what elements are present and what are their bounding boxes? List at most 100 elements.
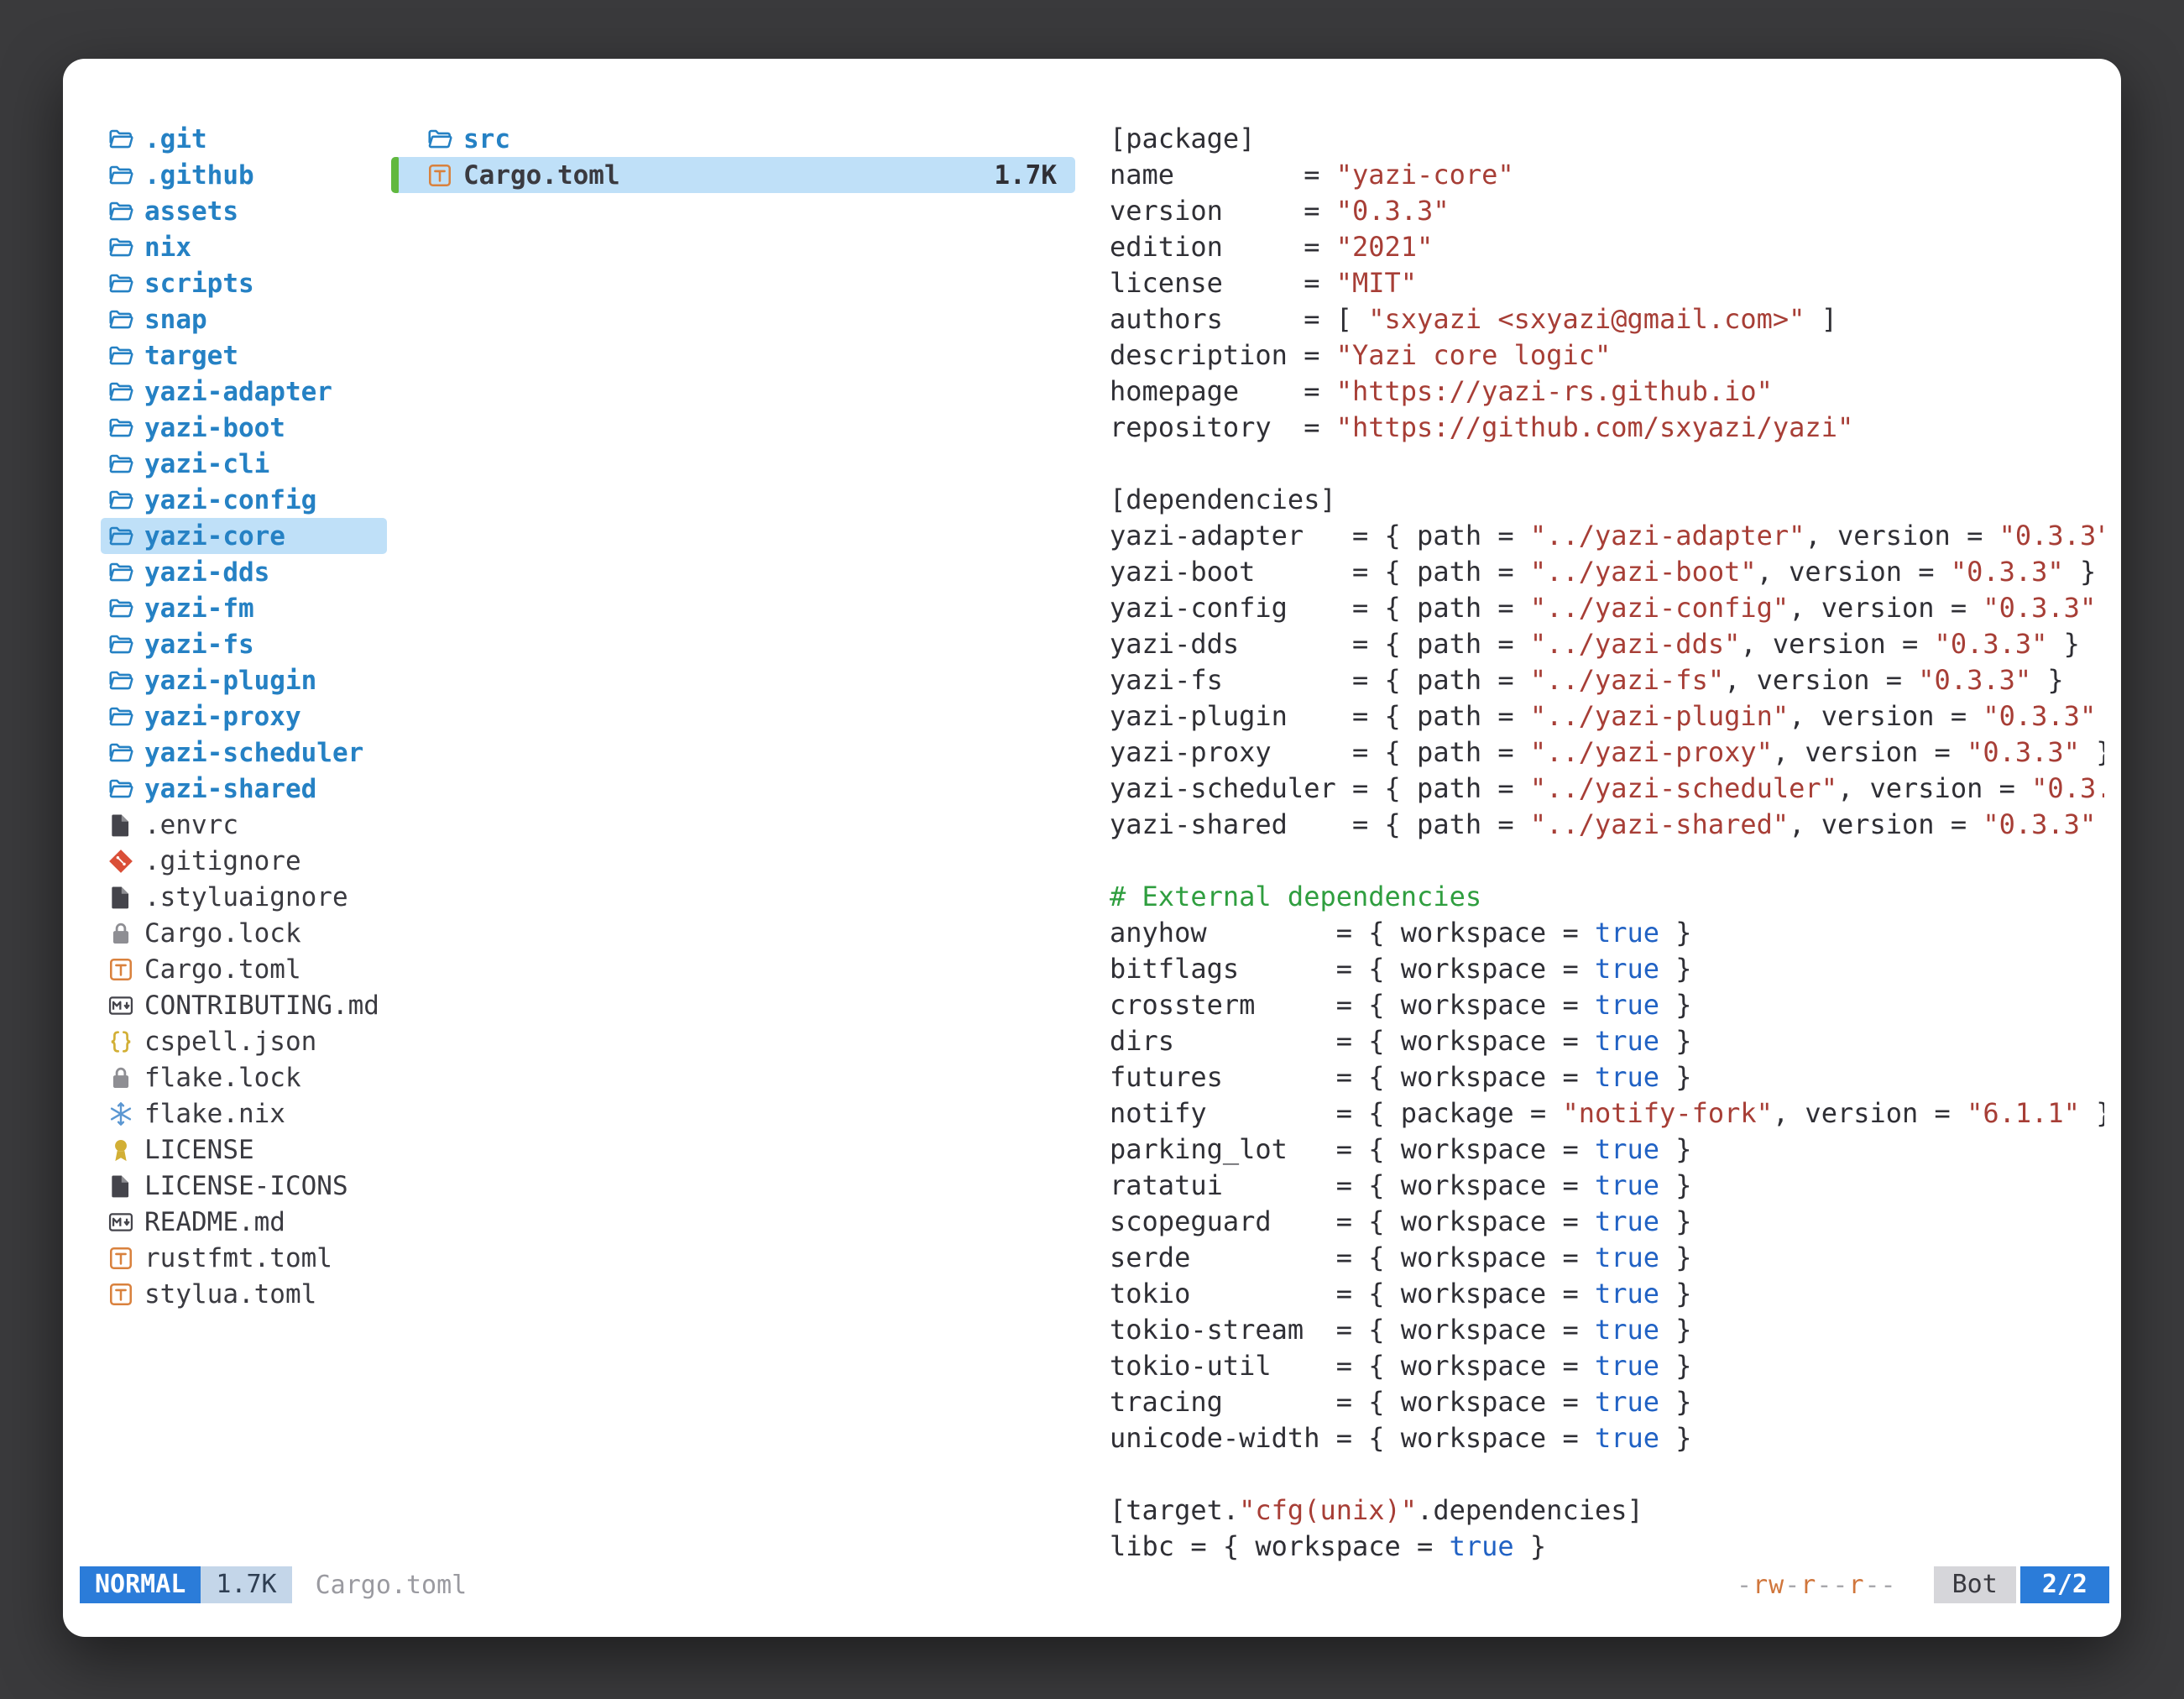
folder-icon [107,379,134,405]
code-line: scopeguard = { workspace = true } [1110,1204,2104,1240]
folder-icon [107,234,134,261]
status-filename: Cargo.toml [316,1571,468,1600]
item-label: yazi-shared [144,774,316,804]
current-item-src[interactable]: src [391,121,1075,157]
item-label: yazi-adapter [144,377,332,407]
parent-item-yazi-boot[interactable]: yazi-boot [101,410,387,446]
toml-icon [107,1245,134,1272]
toml-icon [426,162,453,189]
item-label: snap [144,305,207,335]
item-label: LICENSE-ICONS [144,1171,348,1201]
code-line: tokio-stream = { workspace = true } [1110,1312,2104,1348]
item-label: target [144,341,238,371]
parent-item-yazi-shared[interactable]: yazi-shared [101,771,387,807]
code-line: tracing = { workspace = true } [1110,1384,2104,1420]
parent-item-assets[interactable]: assets [101,193,387,229]
parent-item-yazi-fs[interactable]: yazi-fs [101,626,387,662]
parent-item-flake-nix[interactable]: flake.nix [101,1095,387,1132]
item-label: Cargo.toml [463,160,620,191]
folder-icon [107,451,134,478]
permissions: -rw-r--r-- [1737,1571,1897,1600]
parent-item-cspell-json[interactable]: cspell.json [101,1023,387,1059]
code-line: unicode-width = { workspace = true } [1110,1420,2104,1456]
code-line: yazi-shared = { path = "../yazi-shared",… [1110,807,2104,843]
folder-icon [107,162,134,189]
code-line: description = "Yazi core logic" [1110,337,2104,374]
parent-item-yazi-proxy[interactable]: yazi-proxy [101,698,387,734]
code-line: bitflags = { workspace = true } [1110,951,2104,987]
preview-pane: [package]name = "yazi-core"version = "0.… [1110,121,2104,1565]
parent-item-nix[interactable]: nix [101,229,387,265]
current-item-cargo-toml[interactable]: Cargo.toml 1.7K [391,157,1075,193]
scroll-position-badge: Bot [1934,1566,2016,1603]
folder-icon [107,487,134,514]
item-label: .github [144,160,254,191]
parent-item-yazi-cli[interactable]: yazi-cli [101,446,387,482]
code-line: yazi-scheduler = { path = "../yazi-sched… [1110,771,2104,807]
parent-item--git[interactable]: .git [101,121,387,157]
code-line [1110,1456,2104,1493]
parent-item--github[interactable]: .github [101,157,387,193]
code-line: notify = { package = "notify-fork", vers… [1110,1095,2104,1132]
item-label: assets [144,196,238,227]
code-line: anyhow = { workspace = true } [1110,915,2104,951]
parent-item-rustfmt-toml[interactable]: rustfmt.toml [101,1240,387,1276]
code-line: homepage = "https://yazi-rs.github.io" [1110,374,2104,410]
code-line: name = "yazi-core" [1110,157,2104,193]
parent-item-license[interactable]: LICENSE [101,1132,387,1168]
parent-item-contributing-md[interactable]: CONTRIBUTING.md [101,987,387,1023]
item-label: yazi-cli [144,449,269,479]
parent-item-yazi-config[interactable]: yazi-config [101,482,387,518]
parent-item-yazi-adapter[interactable]: yazi-adapter [101,374,387,410]
folder-icon [107,306,134,333]
code-line: crossterm = { workspace = true } [1110,987,2104,1023]
parent-item-yazi-plugin[interactable]: yazi-plugin [101,662,387,698]
parent-item-flake-lock[interactable]: flake.lock [101,1059,387,1095]
code-line: yazi-adapter = { path = "../yazi-adapter… [1110,518,2104,554]
code-line: parking_lot = { workspace = true } [1110,1132,2104,1168]
parent-item-yazi-dds[interactable]: yazi-dds [101,554,387,590]
parent-item-yazi-core[interactable]: yazi-core [101,518,387,554]
parent-item-stylua-toml[interactable]: stylua.toml [101,1276,387,1312]
item-label: yazi-dds [144,557,269,588]
code-line: # External dependencies [1110,879,2104,915]
item-label: rustfmt.toml [144,1243,332,1273]
item-label: LICENSE [144,1135,254,1165]
parent-item-yazi-scheduler[interactable]: yazi-scheduler [101,734,387,771]
cursor-marker [391,157,399,193]
file-size-badge: 1.7K [201,1566,291,1603]
parent-pane: .git .github assetsnixscripts snap target yaz… [101,121,387,1312]
parent-item-readme-md[interactable]: README.md [101,1204,387,1240]
parent-item-cargo-toml[interactable]: Cargo.toml [101,951,387,987]
item-label: .git [144,124,207,154]
parent-item--gitignore[interactable]: .gitignore [101,843,387,879]
code-line: dirs = { workspace = true } [1110,1023,2104,1059]
item-size: 1.7K [994,160,1075,191]
markdown-icon [107,1209,134,1236]
code-line [1110,843,2104,879]
folder-icon [107,595,134,622]
folder-icon [107,740,134,766]
git-icon [107,848,134,875]
code-line: [target."cfg(unix)".dependencies] [1110,1493,2104,1529]
parent-item--styluaignore[interactable]: .styluaignore [101,879,387,915]
parent-item-license-icons[interactable]: LICENSE-ICONS [101,1168,387,1204]
parent-item-scripts[interactable]: scripts [101,265,387,301]
parent-item-yazi-fm[interactable]: yazi-fm [101,590,387,626]
parent-item-snap[interactable]: snap [101,301,387,337]
code-line: yazi-plugin = { path = "../yazi-plugin",… [1110,698,2104,734]
parent-item-target[interactable]: target [101,337,387,374]
code-line: ratatui = { workspace = true } [1110,1168,2104,1204]
code-line: yazi-dds = { path = "../yazi-dds", versi… [1110,626,2104,662]
item-label: flake.nix [144,1099,285,1129]
item-label: cspell.json [144,1027,316,1057]
folder-icon [107,198,134,225]
parent-item--envrc[interactable]: .envrc [101,807,387,843]
item-label: yazi-core [144,521,285,552]
parent-item-cargo-lock[interactable]: Cargo.lock [101,915,387,951]
item-label: yazi-plugin [144,666,316,696]
json-icon [107,1028,134,1055]
code-line: tokio = { workspace = true } [1110,1276,2104,1312]
code-line [1110,446,2104,482]
folder-icon [107,523,134,550]
